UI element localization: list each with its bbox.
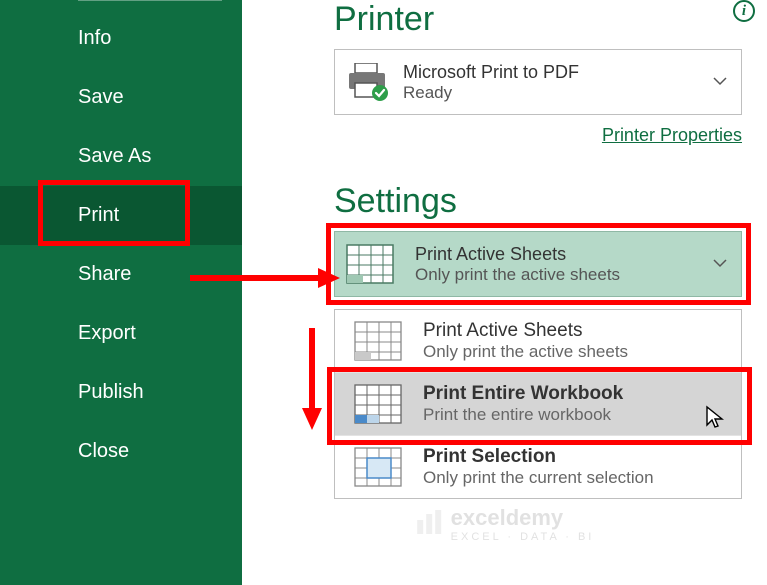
option-title: Print Entire Workbook: [423, 383, 623, 405]
sidebar-item-save-as[interactable]: Save As: [0, 127, 242, 186]
worksheet-icon: [345, 243, 395, 285]
option-print-active-sheets[interactable]: Print Active Sheets Only print the activ…: [335, 310, 741, 373]
sidebar-item-save[interactable]: Save: [0, 68, 242, 127]
print-scope-selector[interactable]: Print Active Sheets Only print the activ…: [334, 231, 742, 297]
main-panel: i Printer Microsoft Print to PDF Ready: [242, 0, 767, 585]
watermark: exceldemy EXCEL · DATA · BI: [415, 505, 595, 543]
chevron-down-icon: [713, 255, 727, 273]
option-title: Print Active Sheets: [423, 320, 628, 342]
backstage-sidebar: Info Save Save As Print Share Export Pub…: [0, 0, 242, 585]
sidebar-item-close[interactable]: Close: [0, 422, 242, 481]
sidebar-item-share[interactable]: Share: [0, 245, 242, 304]
settings-heading: Settings: [334, 182, 767, 221]
sidebar-item-publish[interactable]: Publish: [0, 363, 242, 422]
option-subtitle: Print the entire workbook: [423, 405, 623, 425]
option-subtitle: Only print the active sheets: [423, 342, 628, 362]
sidebar-item-export[interactable]: Export: [0, 304, 242, 363]
printer-name: Microsoft Print to PDF: [403, 62, 579, 83]
selected-scope-title: Print Active Sheets: [415, 244, 620, 265]
worksheet-icon: [353, 320, 403, 362]
watermark-tag: EXCEL · DATA · BI: [451, 531, 595, 543]
printer-selector[interactable]: Microsoft Print to PDF Ready: [334, 49, 742, 115]
printer-icon: [345, 63, 389, 101]
option-subtitle: Only print the current selection: [423, 468, 654, 488]
workbook-icon: [353, 383, 403, 425]
printer-status: Ready: [403, 83, 579, 103]
option-print-entire-workbook[interactable]: Print Entire Workbook Print the entire w…: [335, 373, 741, 436]
selected-scope-subtitle: Only print the active sheets: [415, 265, 620, 285]
selection-icon: [353, 446, 403, 488]
sidebar-divider: [78, 0, 222, 1]
sidebar-item-info[interactable]: Info: [0, 9, 242, 68]
info-icon[interactable]: i: [733, 0, 755, 22]
printer-properties-link[interactable]: Printer Properties: [602, 125, 742, 145]
option-print-selection[interactable]: Print Selection Only print the current s…: [335, 436, 741, 498]
sidebar-item-print[interactable]: Print: [0, 186, 242, 245]
print-scope-dropdown: Print Active Sheets Only print the activ…: [334, 309, 742, 499]
option-title: Print Selection: [423, 446, 654, 468]
printer-heading: Printer: [334, 0, 767, 39]
chevron-down-icon: [713, 73, 727, 91]
watermark-brand: exceldemy: [451, 505, 564, 530]
